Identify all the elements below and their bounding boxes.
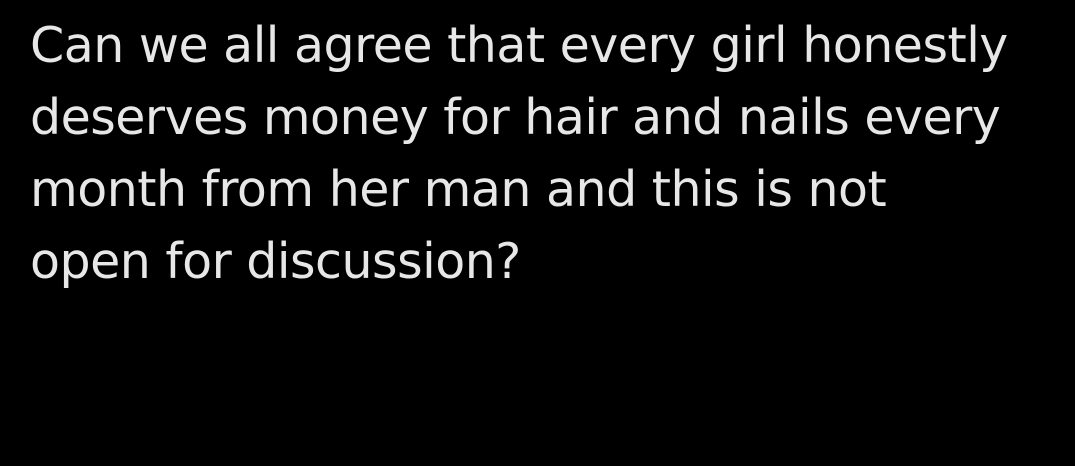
tweet-text-line: deserves money for hair and nails every [30, 89, 1001, 146]
tweet-text-line: month from her man and this is not [30, 161, 887, 218]
tweet-text-line: open for discussion? [30, 233, 521, 290]
tweet-text: Can we all agree that every girl honestl… [30, 10, 1050, 298]
tweet-text-line: Can we all agree that every girl honestl… [30, 17, 1008, 74]
